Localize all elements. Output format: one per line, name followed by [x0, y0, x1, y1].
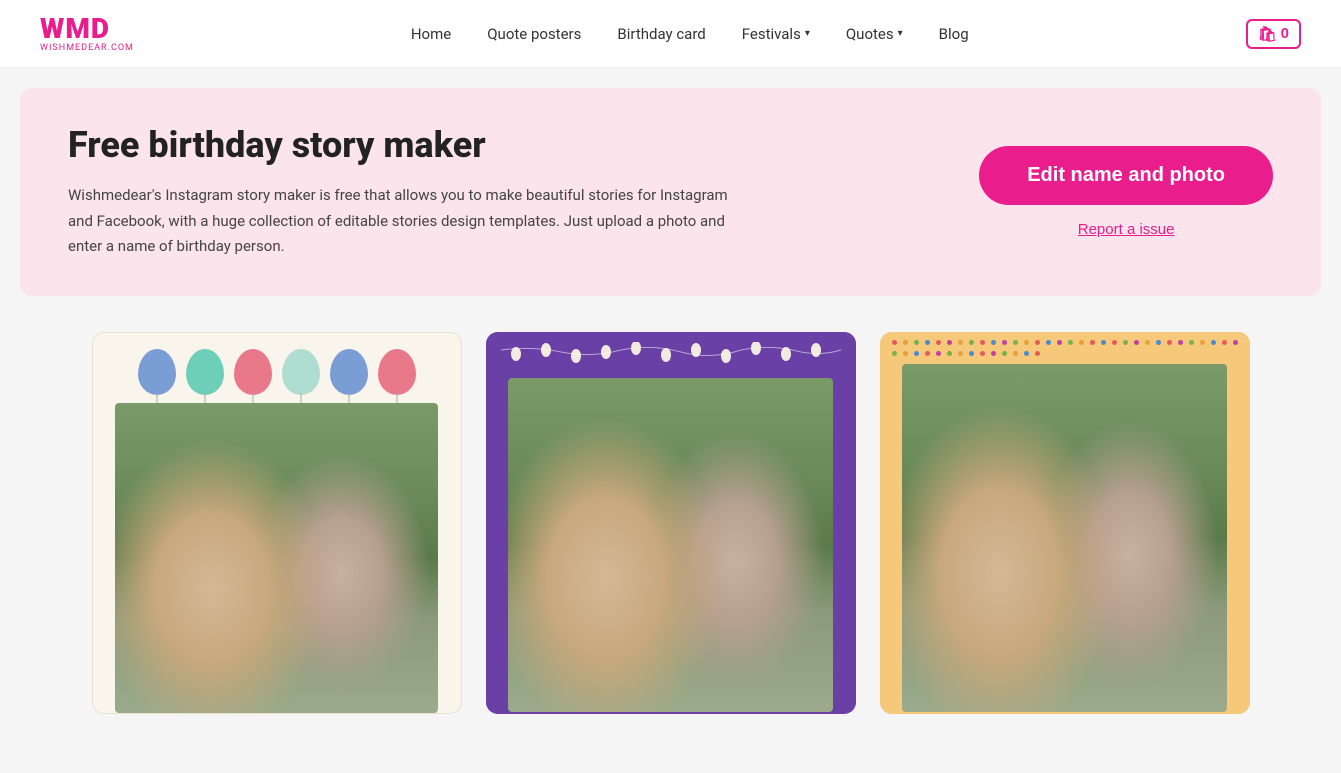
dot	[1002, 340, 1007, 345]
dot	[1057, 340, 1062, 345]
dot	[1156, 340, 1161, 345]
cart-icon: 🛍	[1258, 25, 1277, 43]
dot	[1024, 351, 1029, 356]
photo-frame-3	[902, 364, 1228, 712]
banner-text-block: Free birthday story maker Wishmedear's I…	[68, 124, 748, 260]
dot	[1123, 340, 1128, 345]
story-card-3[interactable]	[880, 332, 1250, 714]
banner-title: Free birthday story maker	[68, 124, 748, 167]
balloon-pink	[234, 349, 272, 395]
site-logo[interactable]: WMD WISHMEDEAR.COM	[40, 15, 134, 53]
dot	[1035, 351, 1040, 356]
nav-festivals-dropdown[interactable]: Festivals ▾	[742, 25, 810, 43]
dot	[969, 340, 974, 345]
cart-count: 0	[1281, 25, 1289, 42]
dot	[892, 340, 897, 345]
edit-name-photo-button[interactable]: Edit name and photo	[979, 146, 1273, 205]
balloon-blue2	[330, 349, 368, 395]
story-card-1[interactable]	[92, 332, 462, 714]
dot	[892, 351, 897, 356]
photo-frame-1	[115, 403, 439, 713]
photo-placeholder-2	[508, 378, 834, 712]
nav-quotes-dropdown[interactable]: Quotes ▾	[846, 25, 903, 43]
main-nav: Home Quote posters Birthday card Festiva…	[411, 25, 969, 43]
logo-wmd-text: WMD	[40, 15, 110, 43]
dot	[903, 340, 908, 345]
logo-sub-text: WISHMEDEAR.COM	[40, 43, 134, 53]
nav-blog[interactable]: Blog	[939, 25, 969, 43]
dot	[969, 351, 974, 356]
photo-frame-2	[508, 378, 834, 712]
dot	[1024, 340, 1029, 345]
dot	[1046, 340, 1051, 345]
balloon-teal	[186, 349, 224, 395]
dot	[1079, 340, 1084, 345]
dot	[914, 340, 919, 345]
dot	[947, 351, 952, 356]
story-card-2[interactable]	[486, 332, 856, 714]
string-lights-decoration	[486, 332, 856, 378]
dot	[925, 340, 930, 345]
dot	[980, 351, 985, 356]
dot	[1222, 340, 1227, 345]
string-lights-svg	[496, 342, 846, 372]
cart-button[interactable]: 🛍 0	[1246, 19, 1301, 49]
dot	[980, 340, 985, 345]
chevron-down-icon: ▾	[898, 28, 903, 39]
dot	[1002, 351, 1007, 356]
dot	[936, 351, 941, 356]
nav-festivals-label: Festivals	[742, 25, 801, 43]
logo-wmd-label: WMD	[40, 12, 110, 45]
balloons-decoration	[93, 333, 461, 403]
banner-actions: Edit name and photo Report a issue	[979, 146, 1273, 238]
dot	[1189, 340, 1194, 345]
dot	[991, 351, 996, 356]
dot	[1013, 340, 1018, 345]
confetti-decoration	[880, 332, 1250, 364]
site-header: WMD WISHMEDEAR.COM Home Quote posters Bi…	[0, 0, 1341, 68]
dot	[1200, 340, 1205, 345]
dot	[1112, 340, 1117, 345]
photo-placeholder-3	[902, 364, 1228, 712]
nav-quotes-label: Quotes	[846, 25, 894, 43]
banner-description: Wishmedear's Instagram story maker is fr…	[68, 183, 748, 260]
dot	[947, 340, 952, 345]
dot	[958, 340, 963, 345]
dot	[1145, 340, 1150, 345]
dot	[1134, 340, 1139, 345]
dot	[1211, 340, 1216, 345]
nav-birthday-card[interactable]: Birthday card	[617, 25, 705, 43]
dot	[1090, 340, 1095, 345]
dot	[936, 340, 941, 345]
chevron-down-icon: ▾	[805, 28, 810, 39]
balloon-mint	[282, 349, 320, 395]
dot	[991, 340, 996, 345]
dot	[1013, 351, 1018, 356]
dot	[1068, 340, 1073, 345]
dot	[925, 351, 930, 356]
dot	[958, 351, 963, 356]
dot	[1035, 340, 1040, 345]
dot	[1233, 340, 1238, 345]
story-cards-section	[0, 316, 1341, 730]
dot	[1167, 340, 1172, 345]
hero-banner: Free birthday story maker Wishmedear's I…	[20, 88, 1321, 296]
balloon-blue	[138, 349, 176, 395]
report-issue-link[interactable]: Report a issue	[1078, 221, 1175, 238]
photo-placeholder-1	[115, 403, 439, 713]
balloon-red	[378, 349, 416, 395]
nav-quote-posters[interactable]: Quote posters	[487, 25, 581, 43]
nav-home[interactable]: Home	[411, 25, 451, 43]
dot	[903, 351, 908, 356]
dot	[914, 351, 919, 356]
dot	[1101, 340, 1106, 345]
dot	[1178, 340, 1183, 345]
